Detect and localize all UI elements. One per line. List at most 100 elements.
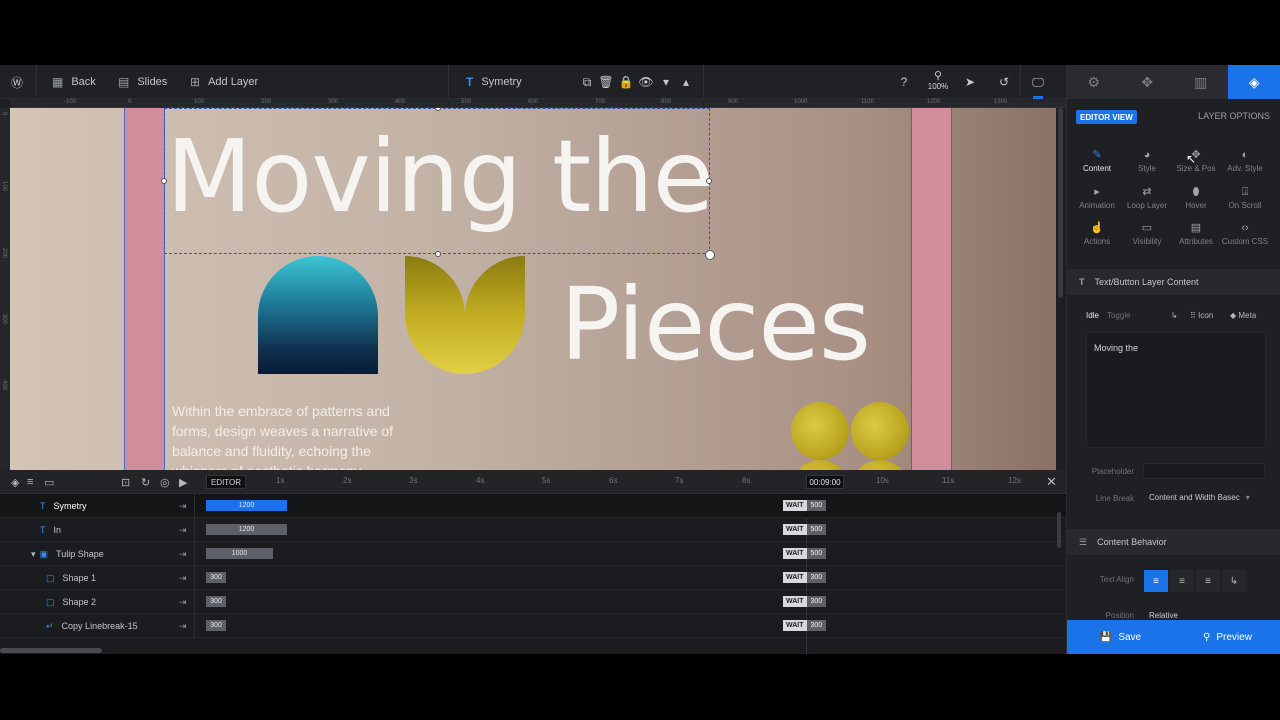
help-icon[interactable]: ? [895,65,913,99]
layout-icon[interactable]: ▥ [1174,65,1228,99]
eye-icon[interactable]: 👁 [637,65,655,99]
section-content-behavior[interactable]: ☰ Content Behavior [1067,529,1280,555]
timeline-bar[interactable]: 1200 [206,500,287,511]
record-icon[interactable]: ◎ [160,470,170,494]
option-actions[interactable]: ☝ Actions [1071,222,1123,246]
wait-block[interactable]: WAIT 500 [783,500,827,511]
option-loop-layer[interactable]: ⇄ Loop Layer [1121,186,1173,210]
gold-circle[interactable] [791,460,849,470]
timeline-bar[interactable]: 300 [206,596,226,607]
chevron-up-icon[interactable]: ▴ [677,65,695,99]
collapse-arrow-icon[interactable]: ⇥ [179,566,187,590]
save-button[interactable]: 💾 Save [1067,620,1174,654]
slides-tab-icon[interactable]: ✥ [1121,65,1175,99]
option-hover[interactable]: ⬮ Hover [1170,186,1222,210]
add-layer-button[interactable]: ⊞ Add Layer [190,65,258,99]
option-custom-css[interactable]: ‹› Custom CSS [1219,222,1271,246]
headline-pieces[interactable]: Pieces [560,268,871,382]
align-justify-icon[interactable]: ↳ [1222,570,1246,592]
list-icon[interactable]: ≡ [27,470,33,494]
layer-name[interactable]: T Symetry [40,494,87,518]
timeline-horizontal-scrollbar[interactable] [0,648,102,653]
canvas-scrollbar[interactable] [1056,108,1066,470]
layer-name[interactable]: T In [40,518,61,542]
timeline-row[interactable]: ▾ ▣ Tulip Shape ⇥ 1000 WAIT 500 [0,542,1066,566]
layers-icon[interactable]: ◈ [11,470,19,494]
undo-icon[interactable]: ↺ [995,65,1013,99]
lock-icon[interactable]: 🔒 [617,65,635,99]
timeline-row[interactable]: ▢ Shape 2 ⇥ 300 WAIT 300 [0,590,1066,614]
collapse-arrow-icon[interactable]: ⇥ [179,494,187,518]
option-adv-style[interactable]: ◐ Adv. Style [1219,149,1271,173]
option-visibility[interactable]: ▭ Visibility [1121,222,1173,246]
placeholder-input[interactable] [1143,463,1265,479]
wordpress-icon[interactable]: Ⓦ [8,65,26,99]
scroll-thumb[interactable] [1058,108,1063,298]
desktop-icon[interactable]: 🖵 [1029,65,1047,99]
wait-block[interactable]: WAIT 500 [783,524,827,535]
cursor-icon[interactable]: ➤ [961,65,979,99]
gold-circle[interactable] [851,460,909,470]
line-break-select[interactable]: Content and Width Basec ▾ [1143,489,1265,505]
timeline-row[interactable]: T In ⇥ 1200 WAIT 500 [0,518,1066,542]
timeline-bar[interactable]: 1000 [206,548,273,559]
timeline-bar[interactable]: 1200 [206,524,287,535]
back-button[interactable]: ▦ Back [52,65,96,99]
align-right-icon[interactable]: ≡ [1196,570,1220,592]
meta-button[interactable]: ◆ Meta [1230,311,1256,320]
align-left-icon[interactable]: ≡ [1144,570,1168,592]
wait-block[interactable]: WAIT 300 [783,596,827,607]
layers-tab-icon[interactable]: ◈ [1227,65,1280,99]
option-animation[interactable]: ▸ Animation [1071,186,1123,210]
collapse-arrow-icon[interactable]: ⇥ [179,590,187,614]
resize-handle[interactable] [161,178,167,184]
timeline-vertical-scrollbar[interactable] [1057,512,1061,548]
section-layer-content[interactable]: T Text/Button Layer Content [1067,269,1280,295]
play-icon[interactable]: ▶ [179,470,187,494]
tab-idle[interactable]: Idle [1086,311,1099,320]
layer-name[interactable]: ▾ ▣ Tulip Shape [31,542,104,566]
gold-circle[interactable] [851,402,909,460]
layer-name[interactable]: ▢ Shape 1 [46,566,96,590]
rotate-handle[interactable] [705,250,715,260]
layer-options-label[interactable]: LAYER OPTIONS [1198,111,1270,121]
timeline-row[interactable]: T Symetry ⇥ 1200 WAIT 500 [0,494,1066,518]
align-center-icon[interactable]: ≡ [1170,570,1194,592]
gear-icon[interactable]: ⚙ [1067,65,1121,99]
timeline-bar[interactable]: 300 [206,620,226,631]
option-attributes[interactable]: ▤ Attributes [1170,222,1222,246]
content-textarea[interactable]: Moving the [1086,332,1266,448]
timeline-bar[interactable]: 300 [206,572,226,583]
body-paragraph[interactable]: Within the embrace of patterns and forms… [172,401,412,470]
close-icon[interactable]: ✕ [1046,470,1057,494]
slide-canvas[interactable]: Moving the Pieces Within the embrace of … [10,108,1056,470]
gold-circle[interactable] [791,402,849,460]
collapse-arrow-icon[interactable]: ⇥ [179,542,187,566]
option-style[interactable]: ◕ Style [1121,149,1173,173]
timeline-row[interactable]: ↵ Copy Linebreak-15 ⇥ 300 WAIT 300 [0,614,1066,638]
icon-button[interactable]: ⠿ Icon [1190,311,1213,320]
option-content[interactable]: ✎ Content [1071,149,1123,173]
trash-icon[interactable]: 🗑 [597,65,615,99]
wait-block[interactable]: WAIT 300 [783,620,827,631]
arch-shape[interactable] [258,256,378,374]
slides-button[interactable]: ▤ Slides [118,65,167,99]
folder-icon[interactable]: ▭ [44,470,54,494]
linebreak-button[interactable]: ↳ [1171,311,1178,320]
editor-view-button[interactable]: EDITOR VIEW [1076,110,1137,124]
selected-layer-name[interactable]: T Symetry [466,65,522,99]
current-time[interactable]: 00:09:00 [806,475,844,489]
tulip-shape[interactable] [405,256,525,374]
preview-button[interactable]: ⚲ Preview [1174,620,1280,654]
tab-toggle[interactable]: Toggle [1107,311,1131,320]
wait-block[interactable]: WAIT 300 [783,572,827,583]
timeline-row[interactable]: ▢ Shape 1 ⇥ 300 WAIT 300 [0,566,1066,590]
layer-name[interactable]: ▢ Shape 2 [46,590,96,614]
option-on-scroll[interactable]: ⍗ On Scroll [1219,186,1271,210]
refresh-icon[interactable]: ↻ [141,470,150,494]
collapse-arrow-icon[interactable]: ⇥ [179,518,187,542]
editor-tag[interactable]: EDITOR [206,475,246,489]
resize-handle[interactable] [706,178,712,184]
zoom-control[interactable]: ⚲ 100% [926,71,950,92]
chevron-down-icon[interactable]: ▾ [657,65,675,99]
